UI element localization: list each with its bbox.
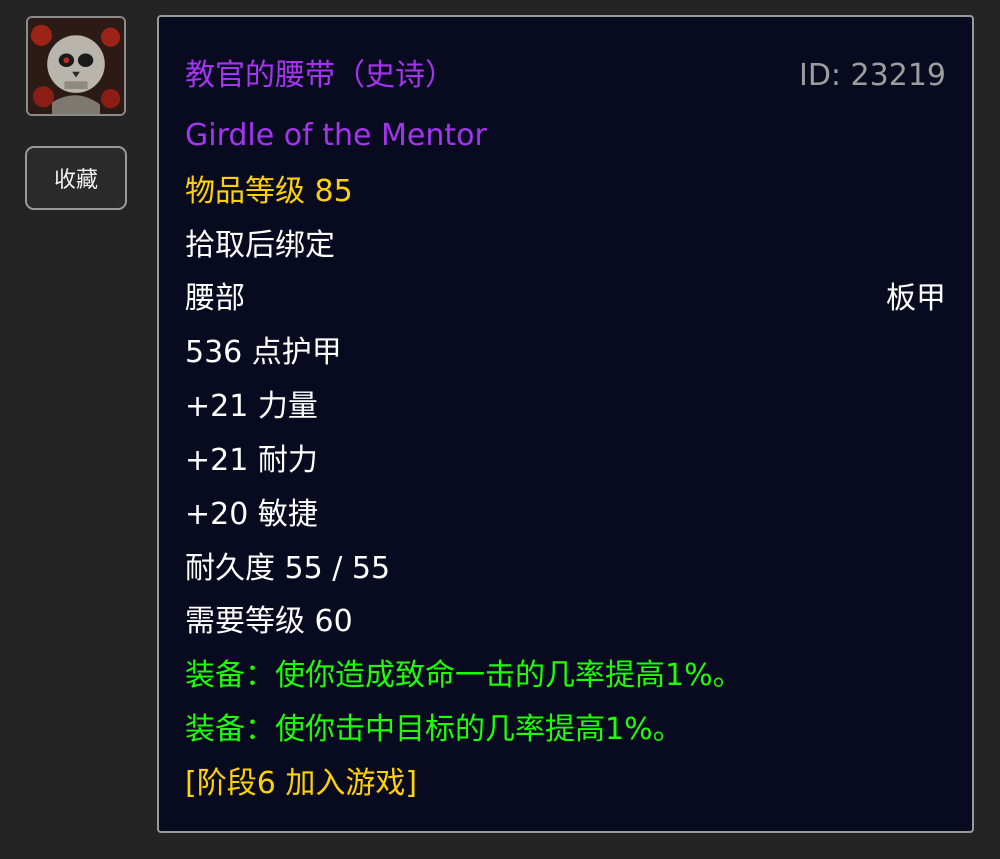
slot-text: 腰部 — [185, 281, 245, 316]
stat-strength: +21 力量 — [185, 389, 318, 424]
item-icon[interactable] — [26, 16, 126, 116]
stat-stamina: +21 耐力 — [185, 443, 318, 478]
item-page: 收藏 教官的腰带（史诗） ID: 23219 Girdle of the Men… — [0, 0, 1000, 859]
item-tooltip: 教官的腰带（史诗） ID: 23219 Girdle of the Mentor… — [157, 15, 974, 833]
item-name-en: Girdle of the Mentor — [185, 118, 487, 153]
armor-value: 536 点护甲 — [185, 335, 342, 370]
skull-armor-icon — [28, 18, 124, 114]
item-name-zh: 教官的腰带（史诗） — [185, 58, 455, 93]
armor-type-text: 板甲 — [886, 281, 946, 316]
item-level: 物品等级 85 — [185, 174, 353, 209]
favorite-button[interactable]: 收藏 — [25, 146, 127, 210]
binding-text: 拾取后绑定 — [185, 228, 335, 263]
durability-text: 耐久度 55 / 55 — [185, 551, 391, 586]
item-id: ID: 23219 — [798, 58, 946, 93]
equip-effect-hit: 装备：使你击中目标的几率提高1%。 — [185, 712, 683, 747]
required-level: 需要等级 60 — [185, 604, 353, 639]
equip-effect-crit: 装备：使你造成致命一击的几率提高1%。 — [185, 658, 743, 693]
stat-agility: +20 敏捷 — [185, 497, 318, 532]
phase-text: [阶段6 加入游戏] — [185, 766, 418, 801]
